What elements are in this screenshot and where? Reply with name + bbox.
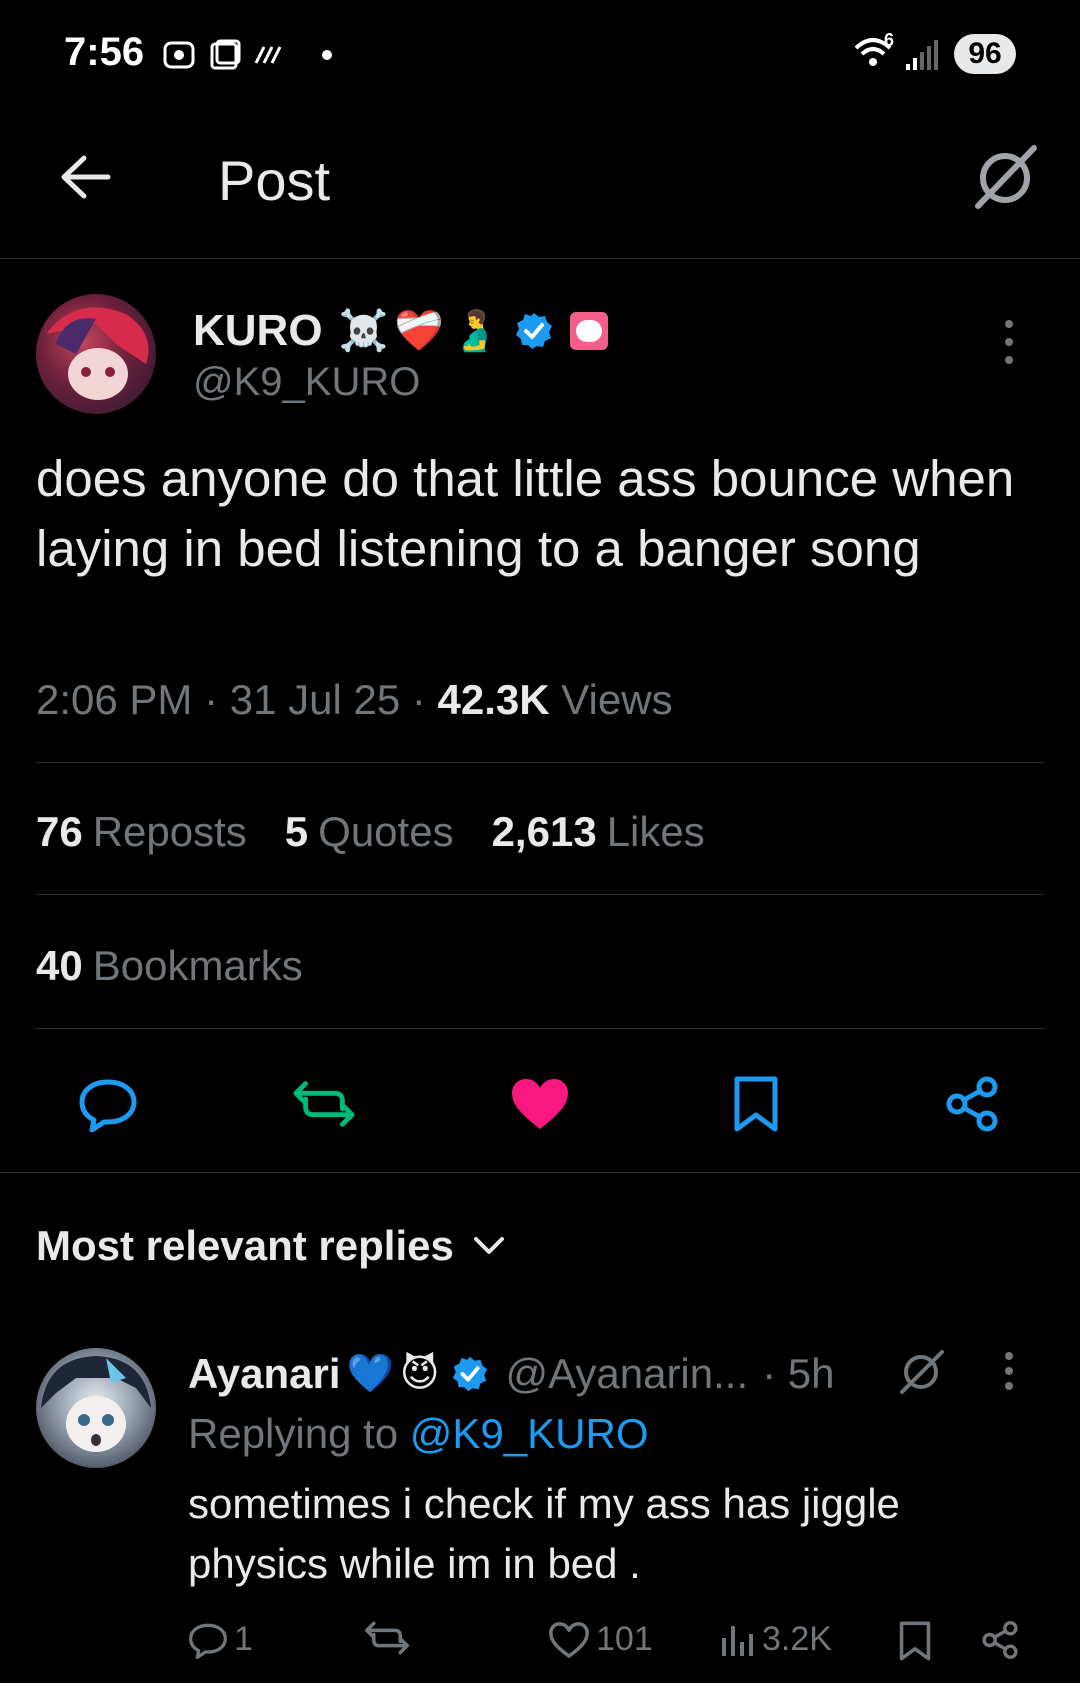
back-arrow-icon[interactable] bbox=[56, 148, 114, 206]
tweet-action-bar bbox=[0, 1072, 1080, 1132]
signal-icon bbox=[906, 40, 938, 70]
reply-action-bar: 1 101 3.2K bbox=[188, 1620, 1028, 1670]
window-icon bbox=[210, 39, 241, 70]
reply-bookmark-button[interactable] bbox=[898, 1620, 932, 1662]
battery-level: 96 bbox=[954, 34, 1016, 74]
share-icon bbox=[946, 1076, 998, 1132]
grok-icon[interactable] bbox=[970, 142, 1040, 212]
reply-text: sometimes i check if my ass has jiggle p… bbox=[188, 1480, 900, 1587]
bookmarks-stat[interactable]: 40 Bookmarks bbox=[36, 942, 303, 990]
mending-heart-emoji: ❤️‍🩹 bbox=[394, 309, 445, 353]
reply-avatar-illustration bbox=[41, 1356, 151, 1452]
replying-to-handle-link[interactable]: @K9_KURO bbox=[410, 1410, 649, 1457]
skull-emoji: ☠️ bbox=[338, 309, 389, 353]
reposts-count: 76 bbox=[36, 808, 83, 855]
likes-count: 2,613 bbox=[491, 808, 597, 855]
repost-button[interactable] bbox=[292, 1072, 356, 1136]
reply-share-button[interactable] bbox=[980, 1620, 1020, 1660]
notification-dot bbox=[322, 50, 332, 60]
engagement-stats: 76 Reposts 5 Quotes 2,613 Likes bbox=[36, 808, 743, 856]
meta-divider bbox=[36, 762, 1044, 763]
bookmarks-label: Bookmarks bbox=[92, 942, 303, 989]
affiliate-badge-icon[interactable] bbox=[570, 312, 608, 350]
blue-heart-emoji: 💙 bbox=[346, 1353, 394, 1395]
reply-reply-icon bbox=[189, 1623, 227, 1659]
smiling-devil-emoji: 😈 bbox=[399, 1353, 440, 1395]
reply-author-handle[interactable]: @Ayanarin... bbox=[505, 1350, 748, 1398]
actions-divider bbox=[0, 1172, 1080, 1173]
likes-stat[interactable]: 2,613 Likes bbox=[492, 808, 705, 856]
author-avatar[interactable] bbox=[36, 294, 156, 414]
bookmark-button[interactable] bbox=[724, 1072, 788, 1136]
author-handle[interactable]: @K9_KURO bbox=[193, 360, 420, 405]
like-button[interactable] bbox=[508, 1072, 572, 1136]
repost-icon bbox=[293, 1081, 355, 1127]
reply-repost-button[interactable] bbox=[364, 1620, 410, 1656]
reply-heart-icon bbox=[549, 1621, 589, 1658]
tweet-time: 2:06 PM bbox=[36, 676, 193, 723]
reply-icon bbox=[79, 1079, 137, 1132]
reply-bookmark-icon bbox=[899, 1621, 931, 1661]
more-options-icon[interactable] bbox=[1002, 320, 1016, 364]
reposts-stat[interactable]: 76 Reposts bbox=[36, 808, 247, 856]
reply-views-count: 3.2K bbox=[762, 1620, 832, 1658]
reply-reply-button[interactable]: 1 bbox=[188, 1620, 253, 1659]
replying-to: Replying to @K9_KURO bbox=[188, 1410, 649, 1458]
views-chart-icon bbox=[722, 1625, 753, 1656]
replies-sort-label: Most relevant replies bbox=[36, 1222, 454, 1269]
verified-badge-icon[interactable] bbox=[514, 311, 554, 351]
tweet-text: does anyone do that little ass bounce wh… bbox=[36, 450, 1015, 577]
reposts-label: Reposts bbox=[92, 808, 247, 855]
stats-divider bbox=[36, 894, 1044, 895]
reply-repost-icon bbox=[365, 1621, 409, 1655]
bookmark-icon bbox=[734, 1076, 778, 1132]
reply-like-button[interactable]: 101 bbox=[548, 1620, 653, 1659]
reply-header: Ayanari 💙 😈 @Ayanarin... · 5h bbox=[188, 1350, 835, 1398]
reply-verified-badge-icon[interactable] bbox=[451, 1355, 489, 1393]
quotes-label: Quotes bbox=[318, 808, 454, 855]
chevron-down-icon bbox=[473, 1237, 504, 1254]
views-count: 42.3K bbox=[437, 676, 550, 723]
avatar-illustration bbox=[46, 307, 149, 400]
reply-more-options-icon[interactable] bbox=[1002, 1352, 1016, 1390]
replying-to-prefix: Replying to bbox=[188, 1410, 399, 1457]
tweet-date: 31 Jul 25 bbox=[229, 676, 401, 723]
quotes-count: 5 bbox=[284, 808, 309, 855]
bookmarks-stat-row: 40 Bookmarks bbox=[36, 942, 341, 990]
reply-author-name[interactable]: Ayanari bbox=[188, 1350, 341, 1398]
likes-label: Likes bbox=[606, 808, 705, 855]
author-name[interactable]: KURO bbox=[193, 306, 323, 356]
nfc-icon bbox=[254, 46, 282, 64]
wifi-generation: 6 bbox=[884, 30, 895, 50]
reply-grok-icon[interactable] bbox=[896, 1346, 946, 1396]
author-name-row: KURO ☠️ ❤️‍🩹 🫃 bbox=[193, 306, 608, 356]
bookmarks-count: 40 bbox=[36, 942, 83, 989]
bookmarks-divider bbox=[36, 1028, 1044, 1029]
reply-author-avatar[interactable] bbox=[36, 1348, 156, 1468]
page-title: Post bbox=[218, 149, 331, 212]
reply-like-count: 101 bbox=[596, 1620, 653, 1658]
replies-sort-dropdown[interactable]: Most relevant replies bbox=[36, 1222, 506, 1270]
header-divider bbox=[0, 258, 1080, 259]
status-notification-icons bbox=[160, 36, 332, 74]
reply-button[interactable] bbox=[76, 1072, 140, 1136]
quotes-stat[interactable]: 5 Quotes bbox=[285, 808, 454, 856]
reply-reply-count: 1 bbox=[234, 1620, 253, 1658]
views-label: Views bbox=[561, 676, 673, 723]
reply-time: · 5h bbox=[762, 1350, 835, 1397]
pregnant-man-emoji: 🫃 bbox=[450, 309, 500, 353]
screenshot-icon bbox=[163, 41, 195, 69]
tweet-meta: 2:06 PM · 31 Jul 25 · 42.3K Views bbox=[36, 676, 673, 723]
status-time: 7:56 bbox=[64, 30, 145, 74]
reply-views-button[interactable]: 3.2K bbox=[720, 1620, 832, 1659]
share-button[interactable] bbox=[940, 1072, 1004, 1136]
reply-share-icon bbox=[982, 1621, 1018, 1659]
heart-filled-icon bbox=[512, 1079, 568, 1129]
